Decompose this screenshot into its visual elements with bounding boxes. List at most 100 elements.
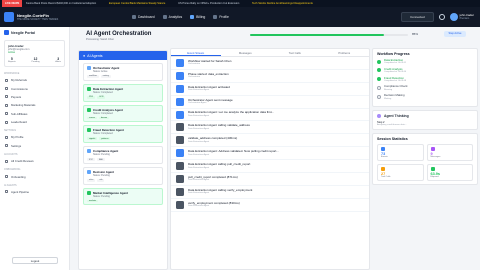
agent-name-label: Credit Analysis Agent	[93, 107, 123, 112]
event-body: Data Extraction Agent: Let me analyze th…	[188, 111, 274, 117]
sidebar-item-marketing-materials[interactable]: Marketing Materials	[0, 101, 69, 109]
event-row[interactable]: Data Extraction Agent calling verify_emp…	[171, 186, 369, 199]
progress-percent: 85%	[412, 32, 419, 36]
event-body: Phase started: data_extraction Orchestrat…	[188, 72, 229, 79]
sidebar-item-my-profile[interactable]: My Profile	[0, 133, 69, 141]
event-row[interactable]: Data Extraction Agent activated Data Extr…	[171, 83, 369, 96]
agent-status: Status: Pending	[93, 194, 110, 198]
ticker-item[interactable]: European Central Bank Maintains Steady S…	[109, 2, 165, 5]
nav-dashboard[interactable]: Dashboard	[132, 15, 155, 19]
agent-card[interactable]: Data Extraction Agent Status: Completed PD…	[83, 83, 163, 102]
sidebar-item-sub-affiliates[interactable]: Sub-Affiliates	[0, 110, 69, 118]
agent-status: Status: Active	[93, 70, 108, 73]
agent-card[interactable]: Decision Agent Status: Pending rules risk	[83, 166, 163, 185]
tab-event-stream[interactable]: Event Stream	[171, 49, 221, 56]
step-status-button[interactable]: Step Active	[444, 31, 466, 37]
brain-icon	[377, 113, 381, 118]
agent-badges: rules risk	[87, 178, 159, 182]
stat-icon	[430, 146, 435, 151]
stat-messages: 9 Messages	[426, 143, 473, 161]
top-navbar: Nexgile-CorteFin THE MORE SOCIETY THAN T…	[0, 7, 480, 27]
sidebar-item-onboarding[interactable]: Onboarding	[0, 172, 69, 180]
event-source: Data Extraction Agent	[188, 115, 210, 117]
sidebar-section-title: Settings	[4, 129, 16, 133]
event-source: Orchestrator Agent	[188, 102, 207, 105]
ticker-item[interactable]: Tech Stocks Decline Amid Earnings Disapp…	[252, 2, 313, 5]
agent-card[interactable]: Market Intelligence Agent Status: Pending…	[83, 187, 163, 206]
thinking-detail: Analyzing credit bureau data...	[377, 123, 407, 126]
event-row[interactable]: Data Extraction Agent: Address validated…	[171, 147, 369, 161]
agent-badge: bureau	[98, 116, 110, 120]
event-body: Data Extraction Agent calling verify_emp…	[188, 188, 252, 195]
agent-card[interactable]: Compliance Agent Status: Pending KYC AML	[83, 146, 163, 164]
sidebar-item-leaderboard[interactable]: Leaderboard	[0, 118, 69, 126]
event-source: Data Extraction Agent	[188, 140, 210, 143]
agent-card[interactable]: Fraud Detection Agent Status: Completed si…	[83, 125, 163, 144]
event-row[interactable]: validate_address completed (430ms) Data E…	[171, 134, 369, 148]
sidebar-section-title: Onboarding	[4, 168, 21, 172]
sidebar-item-payouts[interactable]: Payouts	[0, 93, 69, 101]
agent-badges: KYC AML	[87, 158, 159, 161]
sidebar-item-my-referrals[interactable]: My Referrals	[0, 76, 69, 84]
agent-badge: KYC	[87, 158, 96, 161]
progress-fill	[250, 34, 385, 36]
agent-badges: PDF OCR	[87, 95, 159, 99]
step-body: Credit Analysis Completed at 10:09:04	[384, 67, 406, 73]
stat-icon	[430, 166, 435, 171]
tab-tool-calls[interactable]: Tool Calls	[270, 49, 320, 56]
agent-icon	[87, 190, 91, 195]
brand[interactable]: Nexgile-CorteFin THE MORE SOCIETY THAN T…	[4, 12, 132, 22]
tool-icon	[176, 187, 184, 196]
agent-badge: PDF	[87, 95, 95, 99]
agent-badge: signals	[87, 137, 98, 141]
ticker-item[interactable]: Kestra Bank Posts Record $240,000 on Ins…	[26, 2, 96, 5]
event-row[interactable]: Phase started: data_extraction Orchestrat…	[171, 70, 369, 83]
nav-billing[interactable]: Billing	[190, 15, 205, 19]
event-row[interactable]: Data Extraction Agent calling validate_a…	[171, 121, 369, 135]
event-row[interactable]: pull_credit_report completed (871ms) Data…	[171, 173, 369, 186]
menu-icon	[5, 112, 8, 116]
sidebar-section-title: Workspace	[4, 72, 20, 75]
step-body: Compliance Check Running	[384, 84, 407, 91]
main-nav: Dashboard Analytics Billing Profile	[132, 15, 229, 19]
event-source: Data Extraction Agent	[188, 205, 210, 208]
bell-icon[interactable]	[438, 14, 445, 20]
logout-button[interactable]: Logout	[12, 257, 58, 264]
agent-card[interactable]: Credit Analysis Agent Status: Completed sc…	[83, 104, 163, 123]
step-time: Running	[384, 88, 393, 91]
agent-thinking-panel[interactable]: Agent Thinking Step 2 Analyzing credit b…	[372, 109, 478, 130]
stat-icon	[381, 146, 385, 151]
event-row[interactable]: Data Extraction Agent calling pull_credi…	[171, 160, 369, 174]
user-menu[interactable]: john.trader Premium	[449, 13, 474, 21]
sidebar-item-settings[interactable]: Settings	[0, 142, 69, 150]
nav-profile[interactable]: Profile	[213, 15, 229, 19]
connection-status[interactable]: Connected	[401, 12, 434, 22]
sidebar-title: Nexgile Portal	[11, 30, 35, 35]
nav-label: Analytics	[168, 15, 183, 19]
menu-icon	[5, 95, 8, 99]
event-row[interactable]: verify_employment completed (830ms) Data …	[171, 199, 369, 212]
agent-icon	[87, 169, 91, 174]
ticker-item[interactable]: US Prices Rally on OPEC+ Production Cut …	[178, 2, 239, 5]
profile-icon	[213, 15, 218, 19]
event-icon	[176, 84, 184, 93]
menu-icon	[5, 120, 8, 124]
profile-status: Active	[8, 51, 16, 54]
live-news-badge: LIVE NEWS	[2, 0, 23, 7]
sidebar-item-agent-pipeline[interactable]: Agent Pipeline	[0, 188, 69, 196]
event-row[interactable]: Data Extraction Agent: Let me analyze th…	[171, 109, 369, 122]
event-icon	[176, 110, 184, 119]
event-row[interactable]: Workflow started for Sarah Chen Orchestra…	[171, 57, 369, 70]
dashboard-icon	[132, 15, 136, 19]
tab-messages[interactable]: Messages	[221, 49, 271, 56]
workflow-step: Fraud Detection Completed at 10:09:08	[377, 76, 473, 82]
nav-analytics[interactable]: Analytics	[162, 15, 183, 19]
workflow-step: Decision Making Waiting	[377, 93, 473, 100]
stat-icon	[381, 166, 385, 171]
sidebar-item-all-credit-reviews[interactable]: All Credit Reviews	[0, 157, 69, 165]
sidebar-item-commissions[interactable]: Commissions	[0, 84, 69, 92]
agent-card[interactable]: Orchestrator Agent Status: Active workflow…	[83, 63, 163, 81]
event-source: Data Extraction Agent	[188, 153, 210, 156]
tab-problems[interactable]: Problems	[320, 49, 370, 56]
event-row[interactable]: Orchestrator Agent sent message Orchestra…	[171, 96, 369, 109]
